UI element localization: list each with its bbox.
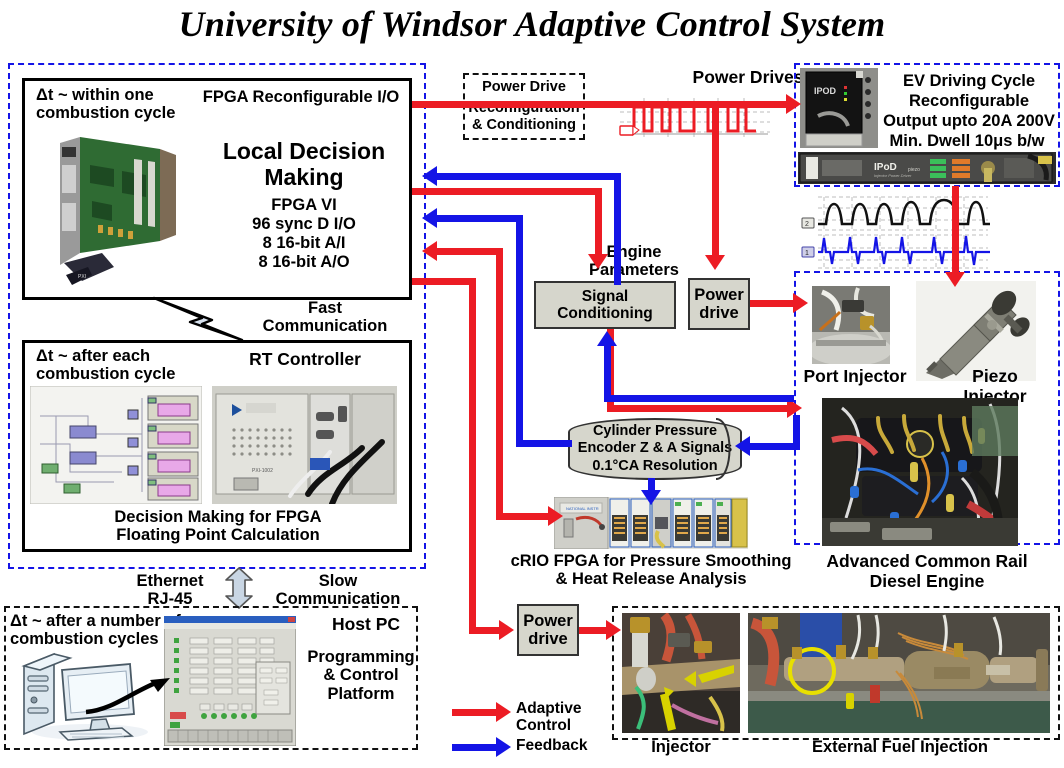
arrow-fpga-to-ev-head xyxy=(786,94,801,114)
blue-spike-waveform: 1 xyxy=(800,234,990,270)
feedback-lower-h xyxy=(437,215,523,222)
arrow-into-fpga-h xyxy=(437,248,503,255)
fpga-spec-1: 96 sync D I/O xyxy=(252,215,356,233)
feedback-upper-h xyxy=(437,173,621,180)
power-drive-reconfig-line1: Power Drive xyxy=(482,79,566,95)
svg-text:PXI: PXI xyxy=(78,274,86,280)
black-pulse-waveform: 2 xyxy=(800,196,990,232)
feedback-cyl-to-sc-v xyxy=(604,345,611,397)
ethernet-label: Ethernet RJ-45 xyxy=(136,572,204,609)
fpga-spec-3: 8 16-bit A/O xyxy=(258,253,350,271)
arrow-fpga-to-ev-line xyxy=(412,101,788,108)
svg-text:NATIONAL INSTR: NATIONAL INSTR xyxy=(566,506,599,511)
power-drive-bottom-box: Power drive xyxy=(517,604,579,656)
feedback-engine-head xyxy=(735,436,750,456)
legend-feedback-label: Feedback xyxy=(516,737,588,754)
fpga-spec-2: 8 16-bit A/I xyxy=(262,234,346,252)
feedback-upper-v xyxy=(614,173,621,285)
fpga-card-photo: PXI xyxy=(42,125,192,290)
legend-adaptive-label: Adaptive Control xyxy=(516,700,582,735)
arrow-to-piezo-injector-v xyxy=(952,186,959,274)
arrow-to-piezo-injector-head xyxy=(945,272,965,287)
arrow-to-power-drive-top-line xyxy=(712,101,719,257)
power-drives-label: Power Drives xyxy=(692,67,804,87)
feedback-cyl-to-sc-h xyxy=(604,395,794,402)
feedback-lower-head xyxy=(422,208,437,228)
feedback-lower-h2 xyxy=(516,440,572,447)
svg-text:IPOD: IPOD xyxy=(814,86,837,96)
feedback-cyl-to-crio-head xyxy=(641,490,661,505)
bidirectional-link-arrow-icon xyxy=(222,566,256,610)
legend-adaptive-head xyxy=(496,702,511,722)
external-fuel-injection-photo xyxy=(748,613,1050,733)
fpga-delta-t: Δt ~ within one combustion cycle xyxy=(36,86,176,123)
rt-controller-photo: PXI-1002 xyxy=(212,386,397,504)
arrow-bottom-pd-h xyxy=(469,627,503,634)
feedback-cyl-to-sc-head xyxy=(597,331,617,346)
rt-heading: RT Controller xyxy=(249,349,361,369)
diesel-engine-photo xyxy=(822,398,1018,546)
legend-feedback-head xyxy=(496,737,511,757)
fpga-heading: FPGA Reconfigurable I/O xyxy=(202,88,400,106)
crio-caption: cRIO FPGA for Pressure Smoothing & Heat … xyxy=(510,552,792,589)
fpga-main-title: Local Decision Making xyxy=(222,138,386,190)
arrow-into-fpga-head xyxy=(422,241,437,261)
arrow-signalcond-to-engine-h xyxy=(607,405,793,412)
injector-label: Injector xyxy=(651,738,711,756)
fpga-spec-0: FPGA VI xyxy=(271,196,337,214)
host-heading: Host PC xyxy=(331,614,401,634)
arrow-bottom-pd-head xyxy=(499,620,514,640)
arrow-fpga-to-bottom-pd-v xyxy=(469,278,476,627)
arrow-pd-to-port-injector-head xyxy=(793,293,808,313)
svg-text:1: 1 xyxy=(805,250,809,257)
power-drive-reconfig-line3: & Conditioning xyxy=(472,117,576,133)
feedback-engine-h xyxy=(750,443,800,450)
signal-conditioning-box: Signal Conditioning xyxy=(534,281,676,329)
svg-text:IPoD: IPoD xyxy=(874,162,897,173)
feedback-lower-v xyxy=(516,215,523,447)
injector-closeup-photo xyxy=(622,613,740,733)
ev-line-2: Output upto 20A 200V xyxy=(883,112,1055,130)
slow-communication-label: Slow Communication xyxy=(275,572,401,609)
arrow-to-crio-h xyxy=(496,513,552,520)
arrow-fpga-to-signalcond-h xyxy=(412,188,602,195)
feedback-upper-head xyxy=(422,166,437,186)
arrow-fpga-to-bottom-pd-h xyxy=(412,278,476,285)
port-injector-label: Port Injector xyxy=(803,366,907,386)
arrow-fpga-to-signalcond-v xyxy=(595,188,602,256)
diesel-engine-caption: Advanced Common Rail Diesel Engine xyxy=(826,551,1028,591)
rt-delta-t: Δt ~ after each combustion cycle xyxy=(36,347,176,384)
arrow-to-crio-head xyxy=(548,506,563,526)
fast-communication-label: Fast Communication xyxy=(262,299,388,336)
arrow-pd-to-fuel-head xyxy=(606,620,621,640)
host-subtitle: Programming & Control Platform xyxy=(307,648,415,703)
cylinder-pressure-node: Cylinder Pressure Encoder Z & A Signals … xyxy=(568,418,742,480)
power-drive-top-box: Power drive xyxy=(688,278,750,330)
svg-text:Injector Power Driver: Injector Power Driver xyxy=(874,173,912,178)
external-fuel-injection-label: External Fuel Injection xyxy=(811,738,989,756)
arrow-into-fpga-v xyxy=(496,248,503,520)
port-injector-photo xyxy=(812,286,890,364)
legend-adaptive-line xyxy=(452,709,498,716)
svg-text:PXI-1002: PXI-1002 xyxy=(252,468,273,474)
svg-text:2: 2 xyxy=(805,221,809,228)
arrow-pd-to-port-injector xyxy=(750,300,798,307)
pc-to-screen-arrow-icon xyxy=(82,670,172,718)
host-front-panel-screenshot xyxy=(164,616,296,746)
arrow-fpga-to-signalcond-head xyxy=(588,254,608,269)
ev-line-0: EV Driving Cycle xyxy=(902,72,1036,90)
ipod-piezo-rack-photo: IPoD piezo Injector Power Driver xyxy=(798,152,1056,184)
labview-vi-screenshot xyxy=(30,386,202,504)
legend-feedback-line xyxy=(452,744,498,751)
page-title: University of Windsor Adaptive Control S… xyxy=(178,4,886,44)
ipod-driver-photo: IPOD xyxy=(800,68,878,148)
ev-line-1: Reconfigurable xyxy=(908,92,1030,110)
rt-caption: Decision Making for FPGA Floating Point … xyxy=(114,508,322,545)
arrow-to-power-drive-top-head xyxy=(705,255,725,270)
